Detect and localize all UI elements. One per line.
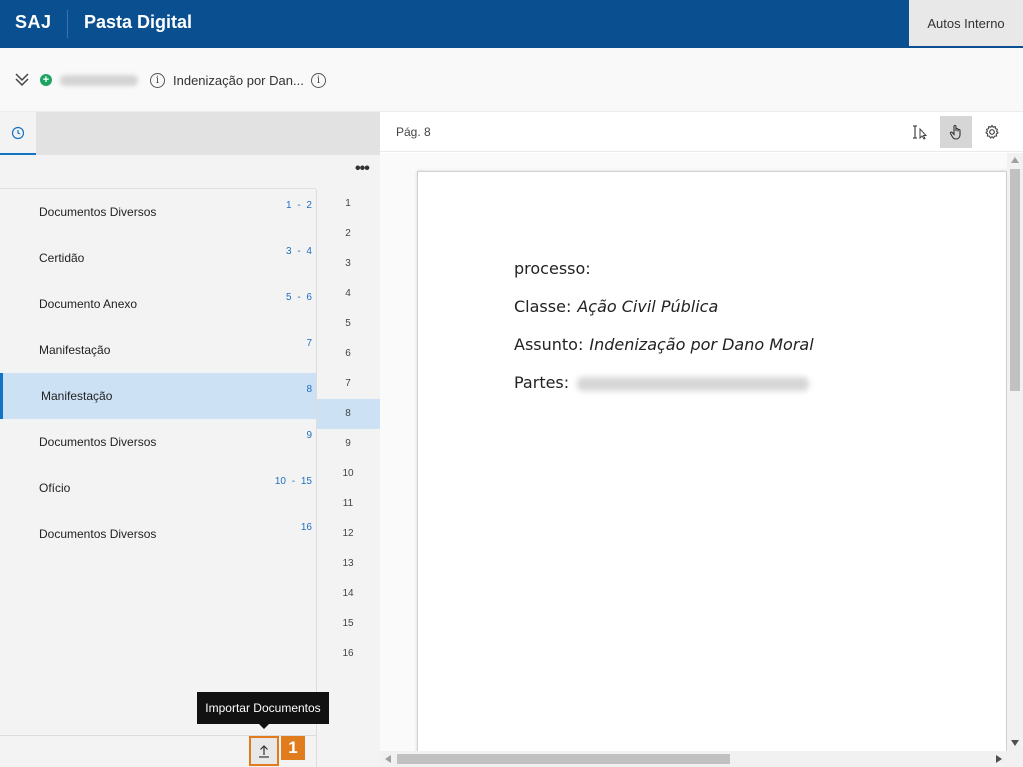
document-item[interactable]: Documentos Diversos 1 - 2 xyxy=(0,189,316,235)
clock-icon xyxy=(11,126,25,139)
document-list: Documentos Diversos 1 - 2 Certidão 3 - 4… xyxy=(0,189,316,557)
document-name: Documentos Diversos xyxy=(39,527,157,541)
page-indicator: Pág. 8 xyxy=(396,125,431,139)
import-documents-button[interactable] xyxy=(249,736,279,766)
process-bar: + i Indenização por Dan... i xyxy=(0,48,1023,112)
page-number[interactable]: 10 xyxy=(317,459,380,489)
page-number[interactable]: 5 xyxy=(317,309,380,339)
assunto-value: Indenização por Dano Moral xyxy=(589,335,814,354)
document-page-range: 9 xyxy=(306,430,312,441)
classe-label: Classe: xyxy=(514,297,572,316)
text-cursor-icon xyxy=(913,125,928,140)
page-number[interactable]: 16 xyxy=(317,639,380,669)
page-number[interactable]: 9 xyxy=(317,429,380,459)
document-name: Manifestação xyxy=(39,343,111,357)
text-partes: Partes: xyxy=(514,373,810,392)
classe-value: Ação Civil Pública xyxy=(577,297,719,316)
document-item[interactable]: Documentos Diversos 9 xyxy=(0,419,316,465)
document-page-range: 5 - 6 xyxy=(285,292,312,303)
page-number-column: 1 2 3 4 5 6 7 8 9 10 11 12 13 14 15 16 xyxy=(317,189,380,669)
hand-tool-button[interactable] xyxy=(940,116,972,148)
import-tooltip: Importar Documentos xyxy=(197,692,329,724)
page-number[interactable]: 7 xyxy=(317,369,380,399)
document-item-selected[interactable]: Manifestação 8 xyxy=(0,373,316,419)
document-viewer: Pág. 8 processo: Classe: Ação Civil Públ… xyxy=(380,112,1023,767)
document-item[interactable]: Certidão 3 - 4 xyxy=(0,235,316,281)
scroll-up-icon[interactable] xyxy=(1011,157,1019,163)
text-classe: Classe: Ação Civil Pública xyxy=(514,297,718,316)
text-assunto: Assunto: Indenização por Dano Moral xyxy=(514,335,814,354)
document-page-range: 10 - 15 xyxy=(274,476,312,487)
scroll-right-icon[interactable] xyxy=(996,755,1002,763)
document-name: Manifestação xyxy=(41,389,113,403)
horizontal-scroll-thumb[interactable] xyxy=(397,754,730,764)
document-name: Certidão xyxy=(39,251,85,265)
partes-label: Partes: xyxy=(514,373,570,392)
document-tree-panel: ••• Documentos Diversos 1 - 2 Certidão 3… xyxy=(0,112,380,767)
vertical-scroll-thumb[interactable] xyxy=(1010,169,1020,391)
page-number[interactable]: 1 xyxy=(317,189,380,219)
scroll-down-icon[interactable] xyxy=(1011,740,1019,746)
tooltip-arrow xyxy=(259,724,269,729)
step-badge: 1 xyxy=(281,736,305,760)
panel-tabs xyxy=(0,112,380,155)
document-item[interactable]: Documento Anexo 5 - 6 xyxy=(0,281,316,327)
header-divider xyxy=(67,10,68,38)
add-circle-icon[interactable]: + xyxy=(40,74,52,86)
text-processo: processo: xyxy=(514,259,591,278)
document-page: processo: Classe: Ação Civil Pública Assu… xyxy=(417,171,1007,751)
document-name: Documento Anexo xyxy=(39,297,138,311)
info-icon[interactable]: i xyxy=(150,73,165,88)
document-page-range: 16 xyxy=(300,522,312,533)
app-title: Pasta Digital xyxy=(84,12,193,32)
page-number[interactable]: 2 xyxy=(317,219,380,249)
partes-redacted xyxy=(577,376,810,391)
viewer-toolbar: Pág. 8 xyxy=(380,112,1023,152)
page-number[interactable]: 14 xyxy=(317,579,380,609)
page-number[interactable]: 3 xyxy=(317,249,380,279)
assunto-label: Assunto: xyxy=(514,335,584,354)
more-options-button[interactable]: ••• xyxy=(355,161,370,177)
process-number-redacted xyxy=(60,75,138,86)
document-page-range: 1 - 2 xyxy=(285,200,312,211)
page-number[interactable]: 12 xyxy=(317,519,380,549)
top-bar: SAJ Pasta Digital Autos Interno xyxy=(0,0,1023,48)
text-select-tool-button[interactable] xyxy=(904,116,936,148)
document-item[interactable]: Manifestação 7 xyxy=(0,327,316,373)
page-number[interactable]: 6 xyxy=(317,339,380,369)
document-name: Documentos Diversos xyxy=(39,435,157,449)
autos-interno-button[interactable]: Autos Interno xyxy=(909,0,1023,46)
scrollbar-corner xyxy=(1007,751,1023,767)
scroll-left-icon[interactable] xyxy=(385,755,391,763)
document-page-range: 7 xyxy=(306,338,312,349)
document-item[interactable]: Ofício 10 - 15 xyxy=(0,465,316,511)
document-canvas[interactable]: processo: Classe: Ação Civil Pública Assu… xyxy=(380,153,1007,751)
vertical-scrollbar[interactable] xyxy=(1007,153,1023,751)
document-name: Ofício xyxy=(39,481,71,495)
subject-info-icon[interactable]: i xyxy=(311,73,326,88)
hand-icon xyxy=(949,124,961,140)
settings-button[interactable] xyxy=(976,116,1008,148)
double-chevron-down-icon[interactable] xyxy=(13,70,31,88)
process-subject: Indenização por Dan... xyxy=(173,73,304,88)
document-name: Documentos Diversos xyxy=(39,205,157,219)
document-page-range: 3 - 4 xyxy=(285,246,312,257)
document-item[interactable]: Documentos Diversos 16 xyxy=(0,511,316,557)
document-page-range: 8 xyxy=(306,384,312,395)
page-number[interactable]: 4 xyxy=(317,279,380,309)
page-number[interactable]: 13 xyxy=(317,549,380,579)
horizontal-scrollbar[interactable] xyxy=(380,751,1007,767)
page-number[interactable]: 15 xyxy=(317,609,380,639)
brand-logo[interactable]: SAJ xyxy=(15,12,52,33)
upload-icon xyxy=(259,745,269,758)
gear-icon xyxy=(985,124,999,139)
tab-history[interactable] xyxy=(0,112,36,155)
page-number-selected[interactable]: 8 xyxy=(317,399,380,429)
page-number[interactable]: 11 xyxy=(317,489,380,519)
